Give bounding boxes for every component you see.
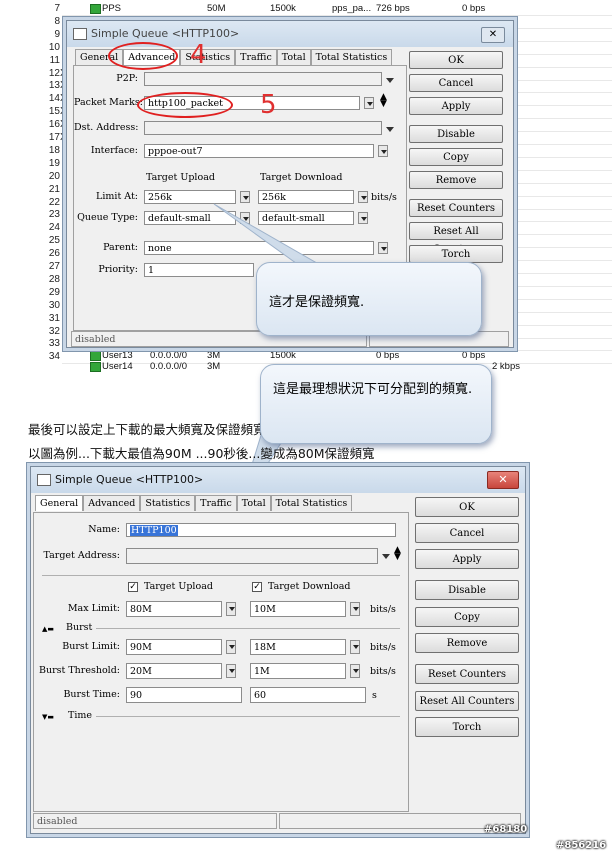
status-bar: disabled xyxy=(33,813,277,829)
title-bar: Simple Queue <HTTP100> ✕ xyxy=(31,467,525,493)
expand-arrow-icon[interactable]: ▼▬ xyxy=(42,713,54,721)
burst-limit-download-input[interactable]: 18M xyxy=(250,639,346,655)
dropdown-icon[interactable] xyxy=(226,602,236,616)
max-limit-download-input[interactable]: 10M xyxy=(250,601,346,617)
name-label: Name: xyxy=(88,524,120,535)
torch-button[interactable]: Torch xyxy=(415,717,519,737)
tab-general[interactable]: General xyxy=(35,495,84,511)
dropdown-icon[interactable] xyxy=(350,664,360,678)
tab-total[interactable]: Total xyxy=(236,495,271,511)
callout-text: 這才是保證頻寬. xyxy=(269,295,365,310)
collapse-arrow-icon[interactable]: ▲▬ xyxy=(42,625,54,633)
bits-unit: bits/s xyxy=(370,666,396,677)
tab-traffic[interactable]: Traffic xyxy=(195,495,237,511)
apply-button[interactable]: Apply xyxy=(415,549,519,569)
tab-bar: General Advanced Statistics Traffic Tota… xyxy=(35,495,353,511)
name-input[interactable]: HTTP100 xyxy=(126,523,396,537)
window-icon xyxy=(37,474,51,486)
target-download-checkbox[interactable]: ✓ xyxy=(252,582,262,592)
max-limit-upload-input[interactable]: 80M xyxy=(126,601,222,617)
burst-time-upload-input[interactable]: 90 xyxy=(126,687,242,703)
dropdown-icon[interactable] xyxy=(350,640,360,654)
cancel-button[interactable]: Cancel xyxy=(415,523,519,543)
burst-time-download-input[interactable]: 60 xyxy=(250,687,366,703)
close-icon[interactable]: ✕ xyxy=(487,471,519,489)
burst-time-label: Burst Time: xyxy=(63,689,120,700)
burst-threshold-upload-input[interactable]: 20M xyxy=(126,663,222,679)
burst-threshold-label: Burst Threshold: xyxy=(38,665,120,676)
dropdown-icon[interactable] xyxy=(226,664,236,678)
target-address-input[interactable] xyxy=(126,548,378,564)
bits-unit: bits/s xyxy=(370,642,396,653)
time-section-label: Time xyxy=(68,710,93,721)
remove-button[interactable]: Remove xyxy=(415,633,519,653)
tab-advanced[interactable]: Advanced xyxy=(83,495,141,511)
target-upload-checkbox[interactable]: ✓ xyxy=(128,582,138,592)
caption-line-2: 以圖為例...下載大最值為90M ...90秒後...變成為80M保證頻寬 xyxy=(28,446,375,461)
callout-guaranteed-bandwidth: 這才是保證頻寬. xyxy=(256,262,482,336)
tab-statistics[interactable]: Statistics xyxy=(140,495,196,511)
name-value: HTTP100 xyxy=(130,525,178,536)
dropdown-icon[interactable] xyxy=(226,640,236,654)
general-panel: Name: HTTP100 Target Address: ▲ ▼ ✓ Targe… xyxy=(33,512,409,812)
burst-limit-label: Burst Limit: xyxy=(62,641,120,652)
reset-all-counters-button[interactable]: Reset All Counters xyxy=(415,691,519,711)
max-limit-label: Max Limit: xyxy=(67,603,120,614)
callout-text: 這是最理想狀況下可分配到的頻寬. xyxy=(273,382,473,397)
callout-max-bandwidth: 這是最理想狀況下可分配到的頻寬. xyxy=(260,364,492,444)
target-address-label: Target Address: xyxy=(43,550,120,561)
disable-button[interactable]: Disable xyxy=(415,580,519,600)
updown-icon[interactable]: ▲ ▼ xyxy=(394,546,401,562)
window-title: Simple Queue <HTTP100> xyxy=(55,473,204,486)
target-download-label: Target Download xyxy=(268,581,351,592)
reset-counters-button[interactable]: Reset Counters xyxy=(415,664,519,684)
watermark-2: #856216 xyxy=(556,840,607,851)
burst-limit-upload-input[interactable]: 90M xyxy=(126,639,222,655)
ok-button[interactable]: OK xyxy=(415,497,519,517)
watermark-1: #68180 xyxy=(484,824,528,835)
burst-threshold-download-input[interactable]: 1M xyxy=(250,663,346,679)
bits-unit: bits/s xyxy=(370,604,396,615)
divider xyxy=(96,716,400,717)
dropdown-icon[interactable] xyxy=(350,602,360,616)
chevron-down-icon[interactable] xyxy=(382,554,390,559)
burst-section-label: Burst xyxy=(66,622,93,633)
divider xyxy=(42,575,400,576)
seconds-unit: s xyxy=(372,690,377,701)
target-upload-label: Target Upload xyxy=(144,581,213,592)
copy-button[interactable]: Copy xyxy=(415,607,519,627)
divider xyxy=(96,628,400,629)
caption-line-1: 最後可以設定上下載的最大頻寬及保證頻寬 xyxy=(28,422,266,437)
tab-total-statistics[interactable]: Total Statistics xyxy=(270,495,353,511)
simple-queue-window-general: Simple Queue <HTTP100> ✕ General Advance… xyxy=(30,466,526,834)
